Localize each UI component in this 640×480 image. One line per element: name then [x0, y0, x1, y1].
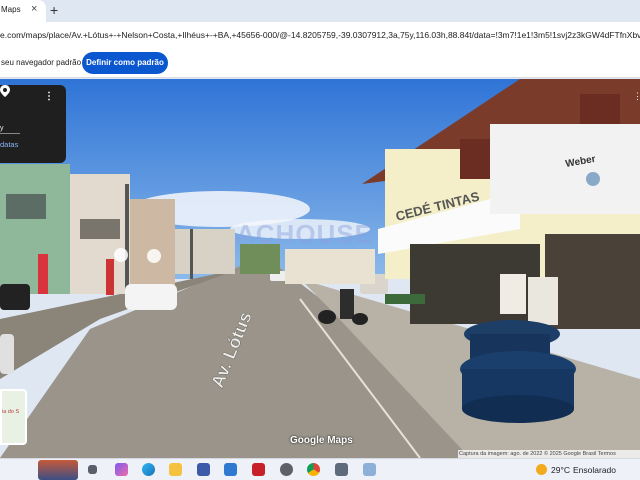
minimap[interactable]: ia do S — [0, 389, 27, 445]
edge-icon[interactable] — [142, 463, 155, 476]
sun-icon[interactable] — [536, 464, 547, 475]
copilot-icon[interactable] — [115, 463, 128, 476]
street-view[interactable]: CEDÉ TINTAS Weber Av. Lótus ACHOUSE ⋮ y — [0, 79, 640, 458]
attribution-bar[interactable]: Captura da imagem: ago. de 2022 © 2025 G… — [458, 450, 640, 458]
google-maps-logo: Google Maps — [290, 435, 353, 446]
close-icon[interactable]: × — [31, 3, 37, 15]
task-view-icon[interactable] — [88, 465, 97, 474]
card-divider — [0, 133, 20, 134]
street-view-image: CEDÉ TINTAS Weber Av. Lótus — [0, 79, 640, 458]
card-text: y — [0, 125, 4, 132]
minimap-label: ia do S — [2, 409, 20, 415]
temperature[interactable]: 29°C — [551, 465, 570, 475]
new-tab-button[interactable]: + — [50, 2, 58, 18]
mail-icon[interactable] — [224, 463, 237, 476]
view-more-icon[interactable]: ⋮ — [633, 91, 640, 102]
tab-maps[interactable]: Maps × — [0, 0, 46, 22]
default-browser-infobar: seu navegador padrão Definir como padrão — [0, 48, 640, 78]
infobar-text: seu navegador padrão — [1, 58, 82, 67]
settings-icon[interactable] — [280, 463, 293, 476]
widgets-icon[interactable] — [38, 460, 78, 480]
store-icon[interactable] — [197, 463, 210, 476]
url-field[interactable]: e.com/maps/place/Av.+Lótus+-+Nelson+Cost… — [0, 30, 640, 40]
watermark-text: ACHOUSE — [236, 219, 374, 249]
tab-bar: Maps × + — [0, 0, 640, 22]
taskbar: 29°C Ensolarado — [0, 458, 640, 480]
chrome-icon[interactable] — [307, 463, 320, 476]
location-info-card: ⋮ y datas — [0, 85, 66, 163]
tab-title: Maps — [1, 5, 21, 14]
weather-condition[interactable]: Ensolarado — [573, 465, 616, 475]
address-bar: e.com/maps/place/Av.+Lótus+-+Nelson+Cost… — [0, 22, 640, 48]
more-dates-link[interactable]: datas — [0, 140, 18, 149]
location-pin-icon[interactable] — [0, 85, 10, 97]
set-default-button[interactable]: Definir como padrão — [82, 52, 168, 74]
app-icon[interactable] — [363, 463, 376, 476]
file-explorer-icon[interactable] — [169, 463, 182, 476]
more-options-icon[interactable]: ⋮ — [44, 91, 54, 102]
calculator-icon[interactable] — [335, 463, 348, 476]
mcafee-icon[interactable] — [252, 463, 265, 476]
